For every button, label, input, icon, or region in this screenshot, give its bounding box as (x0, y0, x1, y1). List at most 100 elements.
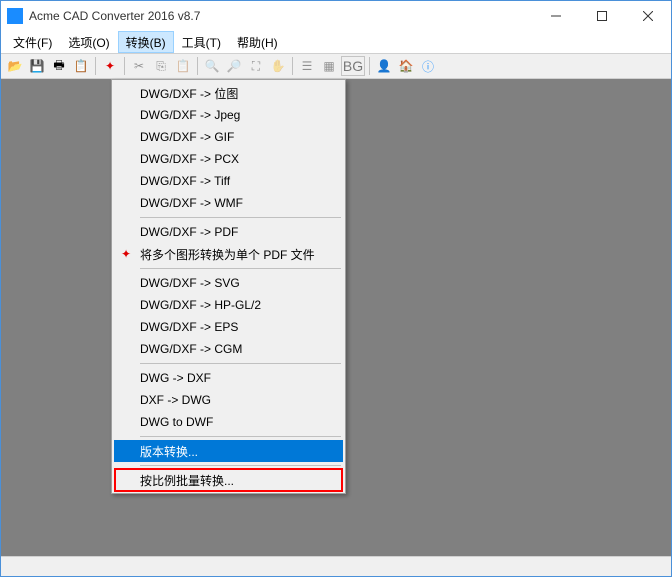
zoom-in-button[interactable]: 🔍 (202, 56, 222, 76)
menu-options[interactable]: 选项(O) (60, 31, 117, 53)
paste-icon: 📋 (176, 59, 191, 73)
batch-icon: ✦ (105, 59, 115, 73)
menu-item-label: 将多个图形转换为单个 PDF 文件 (140, 246, 315, 263)
toolbar-separator (369, 57, 370, 75)
user-icon: 👤 (377, 59, 392, 73)
pan-button[interactable]: ✋ (268, 56, 288, 76)
zoom-fit-icon: ⛶ (252, 59, 260, 74)
close-button[interactable] (625, 1, 671, 31)
menu-separator (140, 436, 341, 437)
toolbar-separator (197, 57, 198, 75)
workspace: DWG/DXF -> 位图 DWG/DXF -> Jpeg DWG/DXF ->… (1, 79, 671, 556)
print-icon: 🖶 (53, 56, 64, 77)
preview-button[interactable]: 📋 (71, 56, 91, 76)
grid-icon: ▦ (323, 59, 334, 73)
pdf-merge-icon: ✦ (118, 247, 134, 261)
menu-dwg-to-gif[interactable]: DWG/DXF -> GIF (114, 126, 343, 148)
maximize-button[interactable] (579, 1, 625, 31)
menu-dwg-to-eps[interactable]: DWG/DXF -> EPS (114, 316, 343, 338)
menu-item-label: DWG/DXF -> EPS (140, 320, 238, 334)
home-icon: 🏠 (399, 59, 414, 73)
menubar: 文件(F) 选项(O) 转换(B) 工具(T) 帮助(H) (1, 31, 671, 53)
home-button[interactable]: 🏠 (396, 56, 416, 76)
zoom-out-button[interactable]: 🔎 (224, 56, 244, 76)
menu-separator (140, 363, 341, 364)
info-button[interactable]: ⓘ (418, 56, 438, 76)
menu-item-label: DXF -> DWG (140, 393, 211, 407)
menu-file[interactable]: 文件(F) (5, 31, 60, 53)
menu-dwg-to-bitmap[interactable]: DWG/DXF -> 位图 (114, 82, 343, 104)
convert-dropdown: DWG/DXF -> 位图 DWG/DXF -> Jpeg DWG/DXF ->… (111, 79, 346, 494)
menu-dwg-to-jpeg[interactable]: DWG/DXF -> Jpeg (114, 104, 343, 126)
open-button[interactable]: 📂 (5, 56, 25, 76)
menu-item-label: DWG/DXF -> Jpeg (140, 108, 240, 122)
user-button[interactable]: 👤 (374, 56, 394, 76)
menu-batch-scale-convert[interactable]: 按比例批量转换... (114, 469, 343, 491)
menu-dwg-to-wmf[interactable]: DWG/DXF -> WMF (114, 192, 343, 214)
menu-dwg-to-pdf[interactable]: DWG/DXF -> PDF (114, 221, 343, 243)
layer-icon: ☰ (302, 59, 313, 73)
toolbar-separator (95, 57, 96, 75)
menu-separator (140, 268, 341, 269)
layer-button[interactable]: ☰ (297, 56, 317, 76)
menu-item-label: DWG/DXF -> 位图 (140, 85, 238, 102)
save-button[interactable]: 💾 (27, 56, 47, 76)
zoom-fit-button[interactable]: ⛶ (246, 56, 266, 76)
zoom-in-icon: 🔍 (205, 59, 220, 73)
bg-button[interactable]: BG (341, 56, 365, 76)
pan-icon: ✋ (271, 59, 286, 73)
menu-item-label: 按比例批量转换... (140, 472, 234, 489)
minimize-button[interactable] (533, 1, 579, 31)
menu-item-label: DWG/DXF -> CGM (140, 342, 242, 356)
menu-item-label: DWG/DXF -> Tiff (140, 174, 230, 188)
menu-dwg-to-cgm[interactable]: DWG/DXF -> CGM (114, 338, 343, 360)
statusbar (1, 556, 671, 576)
menu-item-label: DWG/DXF -> SVG (140, 276, 240, 290)
menu-tools[interactable]: 工具(T) (174, 31, 229, 53)
maximize-icon (597, 11, 607, 21)
folder-open-icon: 📂 (8, 59, 23, 73)
menu-item-label: DWG/DXF -> WMF (140, 196, 243, 210)
menu-dwg-to-dwf[interactable]: DWG to DWF (114, 411, 343, 433)
preview-icon: 📋 (74, 59, 89, 73)
menu-item-label: 版本转换... (140, 443, 198, 460)
menu-separator (140, 465, 341, 466)
menu-dwg-to-tiff[interactable]: DWG/DXF -> Tiff (114, 170, 343, 192)
window-title: Acme CAD Converter 2016 v8.7 (29, 9, 533, 23)
info-icon: ⓘ (422, 58, 434, 75)
grid-button[interactable]: ▦ (319, 56, 339, 76)
paste-button[interactable]: 📋 (173, 56, 193, 76)
menu-item-label: DWG to DWF (140, 415, 213, 429)
toolbar-separator (292, 57, 293, 75)
menu-dwg-to-pcx[interactable]: DWG/DXF -> PCX (114, 148, 343, 170)
cut-icon: ✂ (134, 59, 144, 73)
menu-item-label: DWG -> DXF (140, 371, 211, 385)
batch-button[interactable]: ✦ (100, 56, 120, 76)
copy-icon: ⎘ (156, 59, 166, 74)
close-icon (643, 11, 653, 21)
cut-button[interactable]: ✂ (129, 56, 149, 76)
menu-dwg-to-dxf[interactable]: DWG -> DXF (114, 367, 343, 389)
print-button[interactable]: 🖶 (49, 56, 69, 76)
menu-merge-pdf[interactable]: ✦ 将多个图形转换为单个 PDF 文件 (114, 243, 343, 265)
copy-button[interactable]: ⎘ (151, 56, 171, 76)
menu-convert[interactable]: 转换(B) (118, 31, 174, 53)
menu-item-label: DWG/DXF -> HP-GL/2 (140, 298, 261, 312)
menu-item-label: DWG/DXF -> PCX (140, 152, 239, 166)
menu-help[interactable]: 帮助(H) (229, 31, 286, 53)
menu-item-label: DWG/DXF -> PDF (140, 225, 238, 239)
save-icon: 💾 (30, 59, 45, 73)
menu-version-convert[interactable]: 版本转换... (114, 440, 343, 462)
minimize-icon (551, 11, 561, 21)
toolbar: 📂 💾 🖶 📋 ✦ ✂ ⎘ 📋 🔍 🔎 ⛶ ✋ ☰ ▦ BG 👤 🏠 ⓘ (1, 53, 671, 79)
zoom-out-icon: 🔎 (227, 59, 242, 73)
menu-dwg-to-svg[interactable]: DWG/DXF -> SVG (114, 272, 343, 294)
titlebar: Acme CAD Converter 2016 v8.7 (1, 1, 671, 31)
toolbar-separator (124, 57, 125, 75)
menu-separator (140, 217, 341, 218)
menu-dxf-to-dwg[interactable]: DXF -> DWG (114, 389, 343, 411)
menu-item-label: DWG/DXF -> GIF (140, 130, 234, 144)
menu-dwg-to-hpgl[interactable]: DWG/DXF -> HP-GL/2 (114, 294, 343, 316)
app-icon (7, 8, 23, 24)
app-window: Acme CAD Converter 2016 v8.7 文件(F) 选项(O)… (0, 0, 672, 577)
